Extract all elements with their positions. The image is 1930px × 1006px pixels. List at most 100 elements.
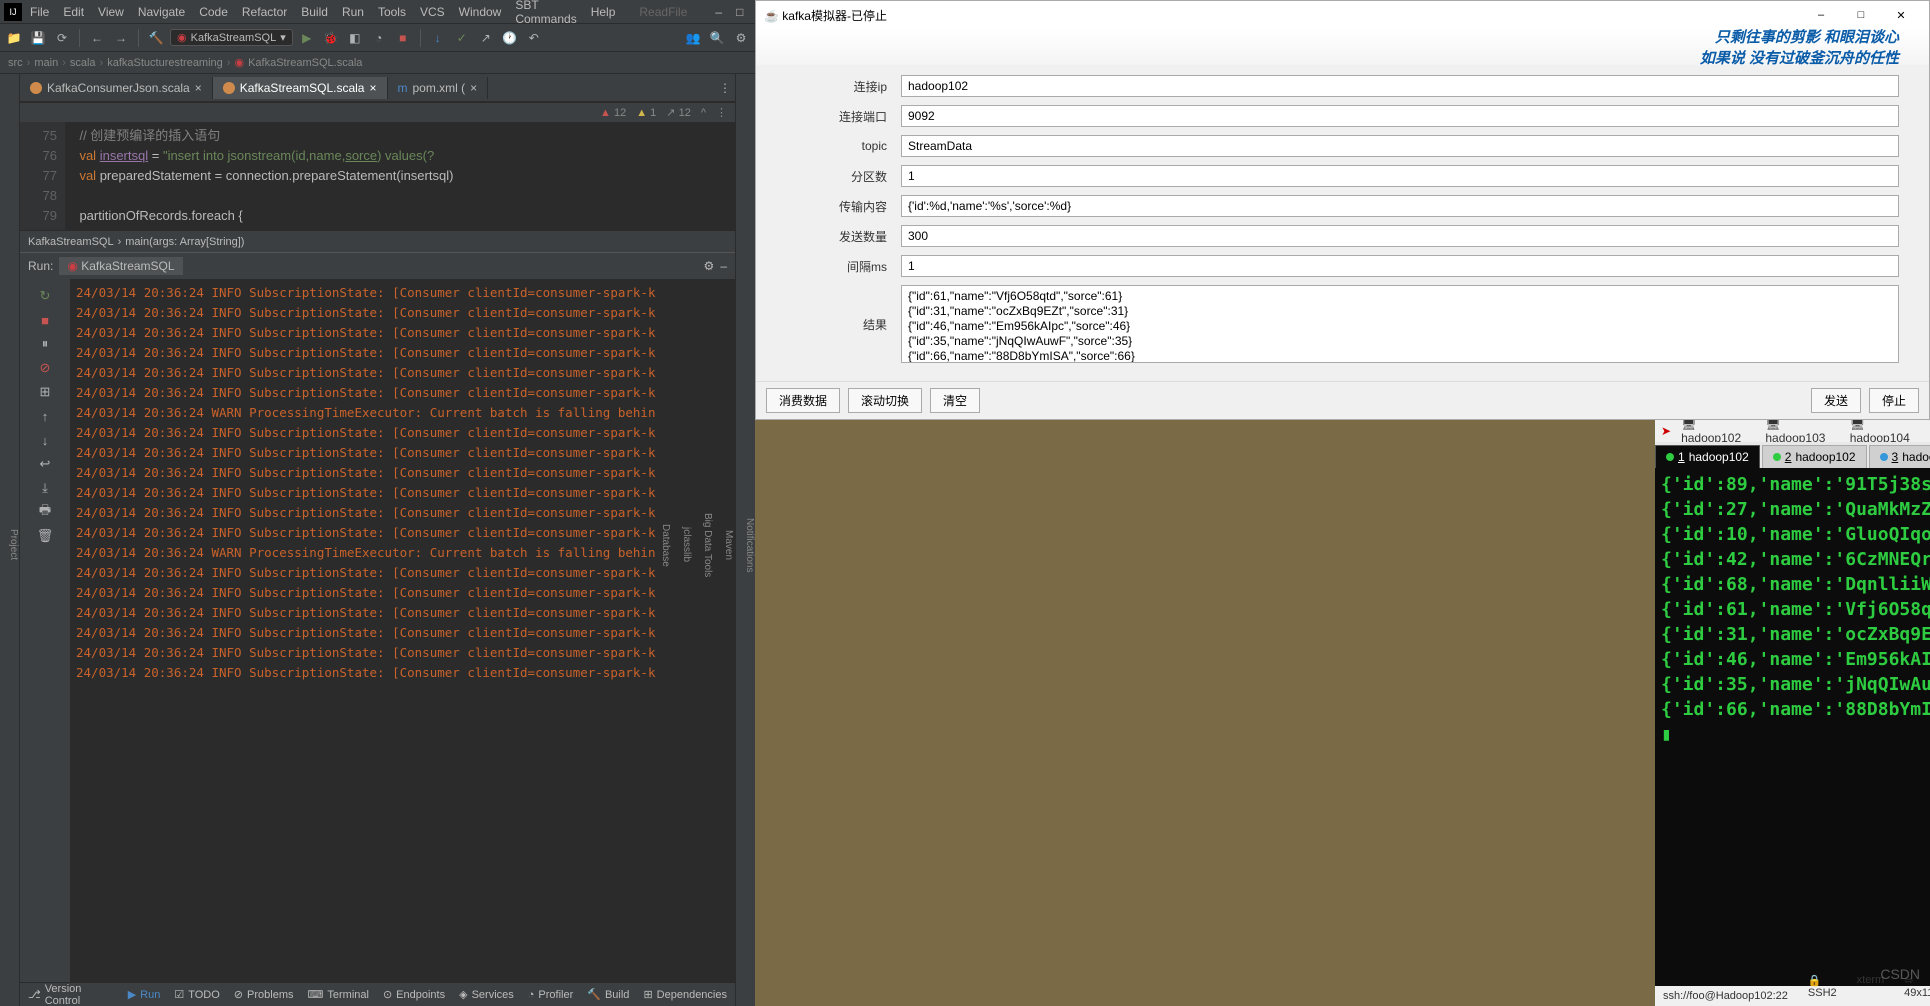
close-icon[interactable]: ✕ [1881,3,1921,27]
debug-icon[interactable]: 🐞 [321,28,341,48]
build-icon[interactable]: 🔨 [146,28,166,48]
rerun-icon[interactable]: ↻ [34,285,56,307]
more-icon[interactable]: ⋮ [716,106,727,119]
gear-icon[interactable]: ⚙ [704,259,715,273]
profile-icon[interactable]: ◔ [369,28,389,48]
maximize-icon[interactable]: □ [730,3,749,21]
maven-tool[interactable]: Maven [723,530,734,560]
close-tab-icon[interactable]: × [470,81,477,95]
tab-pom[interactable]: mpom.xml (× [388,77,489,99]
database-tool[interactable]: Database [660,524,671,567]
menu-run[interactable]: Run [336,3,370,21]
topic-input[interactable] [901,135,1899,157]
notifications-tool[interactable]: Notifications [744,518,755,572]
code-with-me-icon[interactable]: 👥 [683,28,703,48]
window-titlebar[interactable]: ☕ kafka模拟器-已停止 – □ ✕ [756,1,1929,29]
menu-file[interactable]: File [24,3,55,21]
pause-icon[interactable]: ⏸ [34,333,56,355]
bc2-item[interactable]: main(args: Array[String]) [125,236,244,248]
bc-item[interactable]: kafkaStucturestreaming [107,57,223,69]
tab-kafkaconsumerjson[interactable]: KafkaConsumerJson.scala× [20,77,213,99]
run-tab[interactable]: ◉ KafkaStreamSQL [59,257,182,275]
interval-input[interactable] [901,255,1899,277]
build-tool[interactable]: 🔨 Build [587,988,629,1001]
consume-button[interactable]: 消费数据 [766,388,840,413]
settings-icon[interactable]: ⚙ [731,28,751,48]
menu-help[interactable]: Help [585,3,622,21]
jclasslib-tool[interactable]: jclasslib [681,527,692,562]
back-icon[interactable]: ← [87,28,107,48]
vcs-history-icon[interactable]: 🕐 [500,28,520,48]
run-icon[interactable]: ▶ [297,28,317,48]
vcs-revert-icon[interactable]: ↶ [524,28,544,48]
layout-icon[interactable]: ⊞ [34,381,56,403]
xshell-tab-2[interactable]: 2 hadoop102 [1762,445,1867,468]
menu-refactor[interactable]: Refactor [236,3,293,21]
project-tool[interactable]: Project [8,529,19,560]
bc-item[interactable]: scala [70,57,96,69]
code-content[interactable]: // 创建预编译的插入语句 val insertsql = "insert in… [65,122,735,230]
deps-tool[interactable]: ⊞ Dependencies [643,988,727,1001]
port-input[interactable] [901,105,1899,127]
maximize-icon[interactable]: □ [1841,3,1881,27]
run-config-selector[interactable]: ◉ KafkaStreamSQL ▾ [170,29,293,46]
terminal-output[interactable]: {'id':89,'name':'91T5j38se2','sorce':89}… [1655,468,1930,986]
stop-run-icon[interactable]: ■ [34,309,56,331]
minimize-icon[interactable]: – [709,3,728,21]
wrap-icon[interactable]: ↩ [34,453,56,475]
close-tab-icon[interactable]: × [369,81,376,95]
menu-window[interactable]: Window [453,3,508,21]
exit-icon[interactable]: ⊘ [34,357,56,379]
console-output[interactable]: 24/03/14 20:36:24 INFO SubscriptionState… [70,279,735,982]
terminal-tool[interactable]: ⌨ Terminal [307,988,368,1001]
version-control-tool[interactable]: ⎇ Version Control [28,983,114,1006]
vcs-push-icon[interactable]: ↗ [476,28,496,48]
menu-tools[interactable]: Tools [372,3,412,21]
bc-item[interactable]: src [8,57,23,69]
menu-vcs[interactable]: VCS [414,3,451,21]
forward-icon[interactable]: → [111,28,131,48]
error-badge[interactable]: ▲ 12 [600,107,626,119]
menu-navigate[interactable]: Navigate [132,3,191,21]
search-icon[interactable]: 🔍 [707,28,727,48]
stop-icon[interactable]: ■ [393,28,413,48]
code-editor[interactable]: 75 76 77 78 79 // 创建预编译的插入语句 val inserts… [20,122,735,230]
run-tool[interactable]: ▶ Run [128,988,161,1001]
coverage-icon[interactable]: ◧ [345,28,365,48]
content-input[interactable] [901,195,1899,217]
xshell-tab-1[interactable]: 1 hadoop102 [1655,445,1760,468]
menu-build[interactable]: Build [295,3,334,21]
bc-item[interactable]: KafkaStreamSQL.scala [248,57,362,69]
result-textarea[interactable]: {"id":61,"name":"Vfj6O58qtd","sorce":61}… [901,285,1899,363]
scroll-icon[interactable]: ⤓ [34,477,56,499]
vcs-commit-icon[interactable]: ✓ [452,28,472,48]
tab-kafkastreamsql[interactable]: KafkaStreamSQL.scala× [213,77,388,99]
sync-icon[interactable]: ⟳ [52,28,72,48]
menu-edit[interactable]: Edit [57,3,90,21]
stop-button[interactable]: 停止 [1869,388,1919,413]
up-icon[interactable]: ↑ [34,405,56,427]
services-tool[interactable]: ◈ Services [459,988,514,1001]
arrow-icon[interactable]: ➤ [1661,424,1671,438]
problems-tool[interactable]: ⊘ Problems [234,988,294,1001]
open-icon[interactable]: 📁 [4,28,24,48]
count-input[interactable] [901,225,1899,247]
tab-menu-icon[interactable]: ⋮ [715,78,735,98]
expand-icon[interactable]: ^ [701,107,706,119]
menu-code[interactable]: Code [193,3,234,21]
scroll-button[interactable]: 滚动切换 [848,388,922,413]
warning-badge[interactable]: ▲ 1 [636,107,656,119]
clear-button[interactable]: 清空 [930,388,980,413]
bc2-item[interactable]: KafkaStreamSQL [28,236,114,248]
minimize-panel-icon[interactable]: – [720,259,727,273]
down-icon[interactable]: ↓ [34,429,56,451]
menu-view[interactable]: View [92,3,130,21]
close-tab-icon[interactable]: × [195,81,202,95]
xshell-tab-3[interactable]: 3 hadoop103 [1869,445,1930,468]
ip-input[interactable] [901,75,1899,97]
todo-tool[interactable]: ☑ TODO [174,988,219,1001]
partition-input[interactable] [901,165,1899,187]
save-icon[interactable]: 💾 [28,28,48,48]
bc-item[interactable]: main [34,57,58,69]
profiler-tool[interactable]: ◔ Profiler [528,989,574,1001]
